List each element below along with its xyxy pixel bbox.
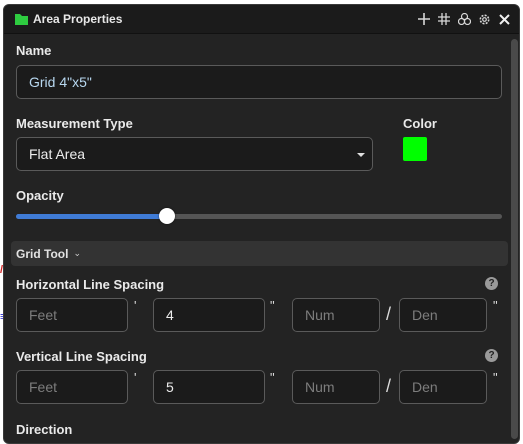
vertical-spacing-label: Vertical Line Spacing	[16, 349, 147, 364]
window-title: Area Properties	[33, 12, 123, 26]
area-icon	[15, 14, 28, 25]
name-label: Name	[16, 43, 52, 58]
den-inches-symbol: "	[493, 298, 498, 313]
name-input[interactable]	[16, 65, 502, 99]
feet-symbol: '	[134, 298, 137, 313]
horizontal-feet-input[interactable]	[16, 298, 128, 332]
color-label: Color	[403, 116, 437, 131]
close-icon[interactable]	[496, 11, 512, 27]
horizontal-spacing-label: Horizontal Line Spacing	[16, 277, 165, 292]
inches-symbol: "	[270, 370, 275, 385]
measurement-type-value: Flat Area	[29, 146, 86, 162]
color-swatch[interactable]	[403, 137, 427, 161]
horizontal-numerator-input[interactable]	[292, 298, 380, 332]
plus-icon[interactable]	[416, 11, 432, 27]
horizontal-inches-input[interactable]	[153, 298, 265, 332]
title-bar[interactable]: Area Properties	[4, 5, 519, 34]
opacity-label: Opacity	[16, 188, 64, 203]
grid-icon[interactable]	[436, 11, 452, 27]
vertical-denominator-input[interactable]	[399, 370, 487, 404]
help-icon[interactable]: ?	[485, 349, 498, 362]
vertical-numerator-input[interactable]	[292, 370, 380, 404]
help-icon[interactable]: ?	[485, 277, 498, 290]
area-properties-panel: Area Properties Name Measurement Type Fl…	[3, 4, 520, 444]
chevron-down-icon: ⌄	[73, 248, 81, 258]
grid-tool-section-header[interactable]: Grid Tool ⌄	[11, 241, 508, 266]
fraction-slash: /	[386, 304, 392, 324]
inches-symbol: "	[270, 298, 275, 313]
settings-icon[interactable]	[476, 11, 492, 27]
horizontal-denominator-input[interactable]	[399, 298, 487, 332]
opacity-slider-fill	[16, 214, 167, 219]
opacity-slider[interactable]	[16, 208, 502, 224]
den-inches-symbol: "	[493, 370, 498, 385]
opacity-slider-thumb[interactable]	[158, 208, 175, 224]
fraction-slash: /	[386, 376, 392, 396]
vertical-inches-input[interactable]	[153, 370, 265, 404]
grid-tool-label: Grid Tool	[16, 246, 69, 261]
direction-label: Direction	[16, 422, 73, 437]
scrollbar[interactable]	[511, 39, 518, 439]
feet-symbol: '	[134, 370, 137, 385]
measurement-type-label: Measurement Type	[16, 116, 133, 131]
vertical-feet-input[interactable]	[16, 370, 128, 404]
chevron-down-icon	[357, 153, 365, 157]
overlap-circles-icon[interactable]	[456, 11, 472, 27]
measurement-type-select[interactable]: Flat Area	[16, 137, 373, 171]
